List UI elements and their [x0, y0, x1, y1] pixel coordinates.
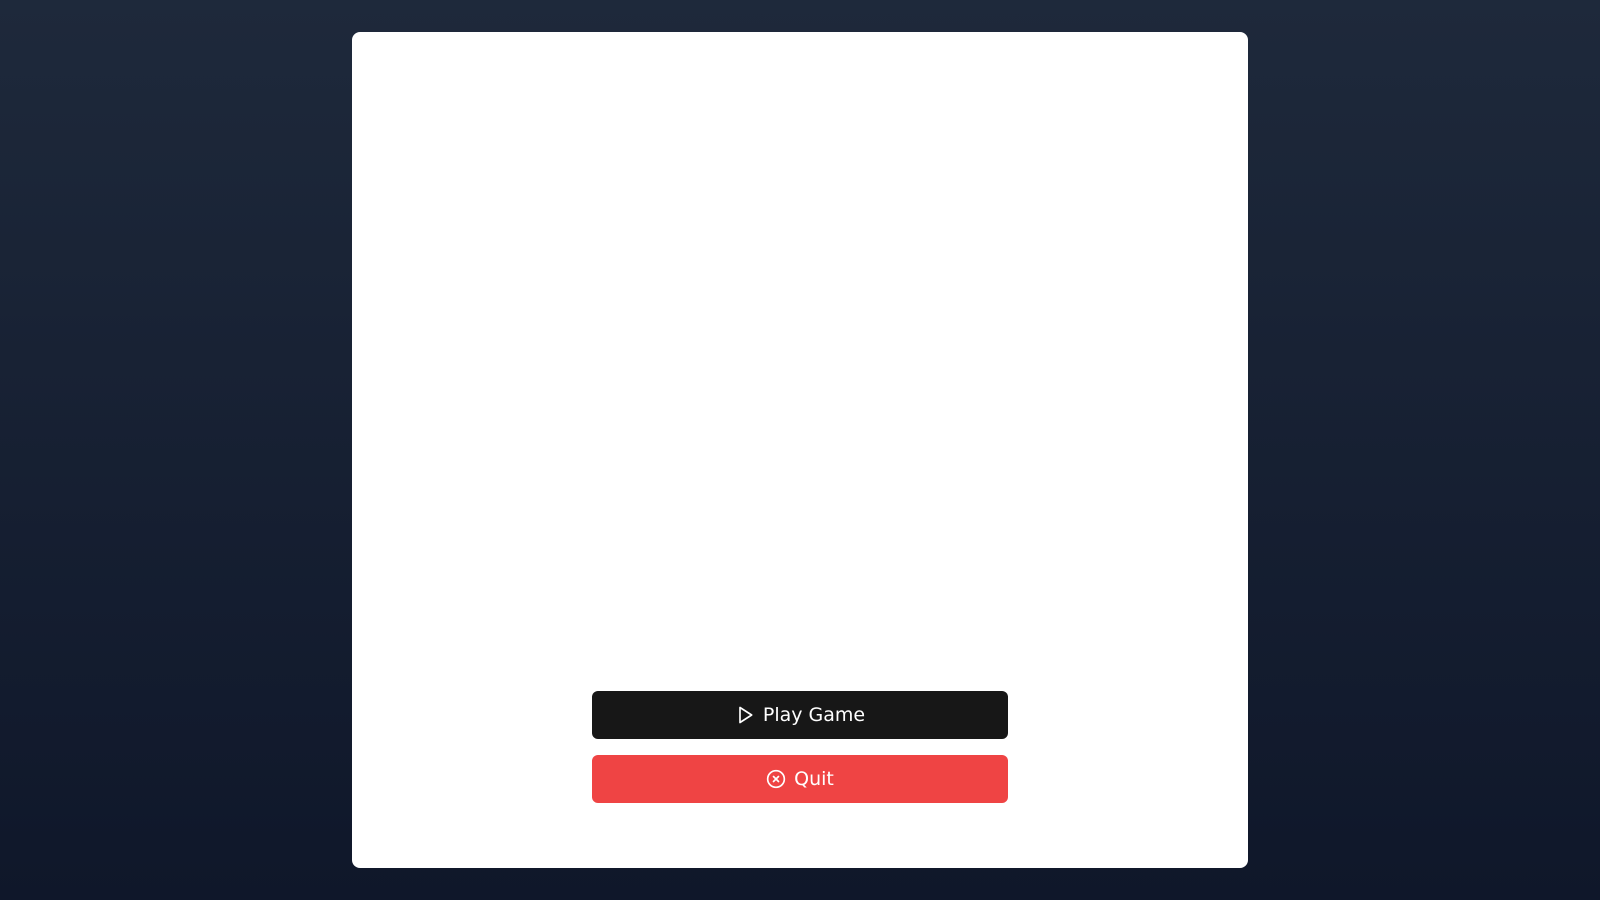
play-game-label: Play Game	[762, 704, 866, 726]
play-icon	[735, 705, 755, 725]
play-game-button[interactable]: Play Game	[592, 691, 1008, 739]
x-circle-icon	[766, 769, 786, 789]
quit-label: Quit	[794, 768, 834, 790]
quit-button[interactable]: Quit	[592, 755, 1008, 803]
menu-card: Play Game Quit	[352, 32, 1248, 868]
